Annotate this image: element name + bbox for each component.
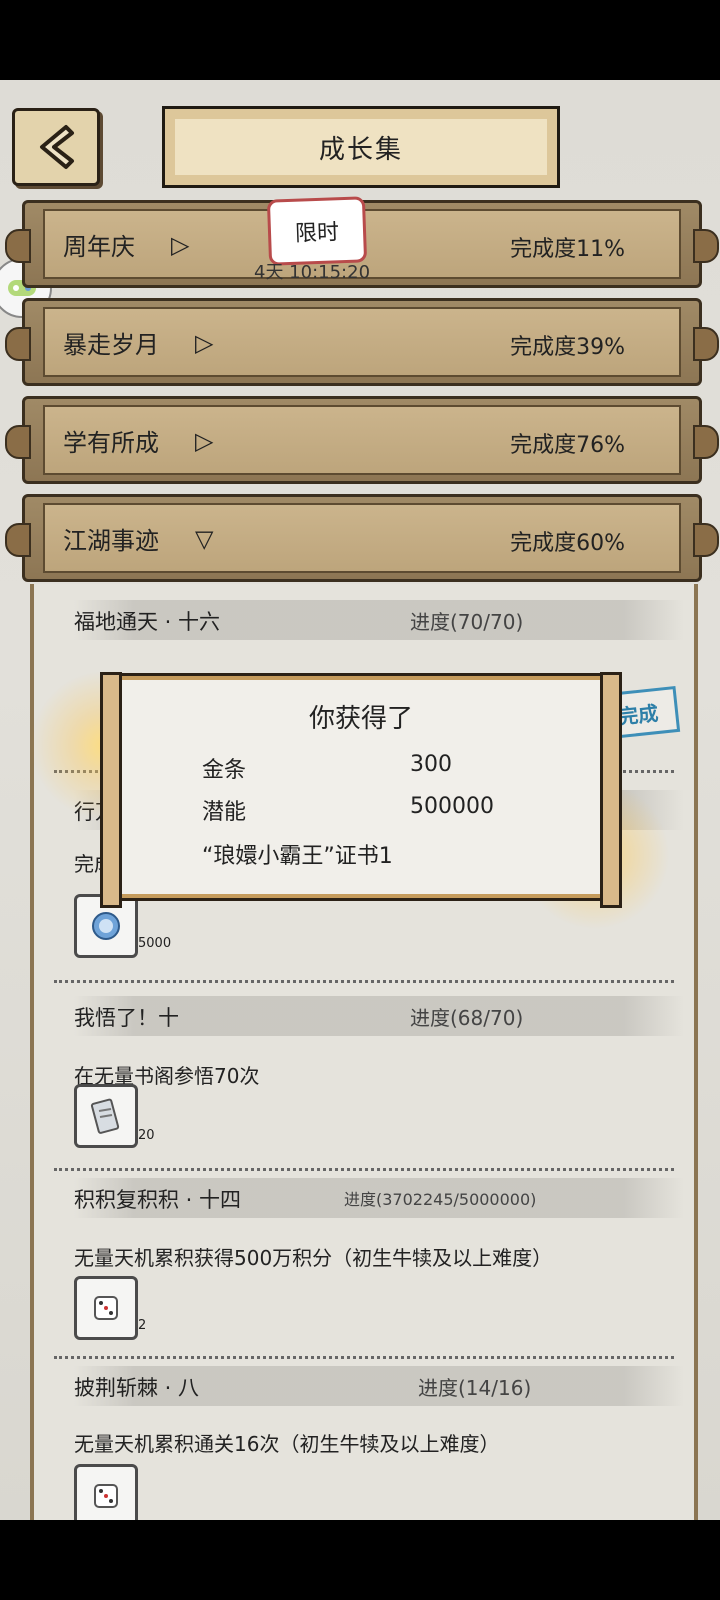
play-arrow-icon: ▷ xyxy=(171,231,190,259)
category-name: 周年庆 xyxy=(63,233,135,261)
reward-value: 300 xyxy=(410,752,452,777)
category-progress: 完成度76% xyxy=(510,433,625,458)
task-progress: 进度(14/16) xyxy=(418,1376,532,1400)
limited-time-badge: 限时 xyxy=(266,196,368,266)
category-progress: 完成度60% xyxy=(510,531,625,556)
category-progress: 完成度11% xyxy=(510,237,625,262)
task-progress: 进度(3702245/5000000) xyxy=(344,1190,537,1209)
category-name: 江湖事迹 xyxy=(63,527,159,555)
task-name: 我悟了！十 xyxy=(74,1006,179,1030)
coin-icon xyxy=(92,912,120,940)
category-name: 学有所成 xyxy=(63,429,159,457)
reward-quantity: 2 xyxy=(138,1318,147,1333)
back-arrow-icon xyxy=(40,125,74,169)
reward-value: 500000 xyxy=(410,794,494,819)
page-title: 成长集 xyxy=(318,134,403,165)
reward-label: 潜能 xyxy=(202,800,247,825)
popup-title: 你获得了 xyxy=(308,704,413,734)
dice-icon xyxy=(94,1484,118,1508)
reward-popup[interactable]: 你获得了 金条 300 潜能 500000 “琅嬛小霸王”证书1 xyxy=(100,672,622,908)
dice-icon xyxy=(94,1296,118,1320)
play-arrow-icon: ▷ xyxy=(195,427,214,455)
expand-down-icon: ▽ xyxy=(195,525,214,553)
task-name: 福地通天 · 十六 xyxy=(74,610,221,634)
task-progress: 进度(70/70) xyxy=(410,610,524,634)
back-button[interactable] xyxy=(12,108,100,186)
growth-screen: 成长集 周年庆 ▷ 完成度11% 限时 4天 10:15:20 暴走岁月 ▷ 完… xyxy=(0,80,720,1520)
category-row-learning[interactable]: 学有所成 ▷ 完成度76% xyxy=(5,396,719,484)
task-description: 无量天机累积通关16次（初生牛犊及以上难度） xyxy=(74,1432,500,1456)
reward-certificate: “琅嬛小霸王”证书1 xyxy=(202,844,393,869)
task-name: 积积复积积 · 十四 xyxy=(74,1188,242,1212)
category-row-rampage-years[interactable]: 暴走岁月 ▷ 完成度39% xyxy=(5,298,719,386)
reward-quantity: 20 xyxy=(138,1128,155,1143)
task-name: 披荆斩棘 · 八 xyxy=(74,1376,200,1400)
category-progress: 完成度39% xyxy=(510,335,625,360)
task-description: 无量天机累积获得500万积分（初生牛犊及以上难度） xyxy=(74,1246,553,1270)
reward-item[interactable] xyxy=(74,1276,138,1340)
category-row-jianghu-deeds[interactable]: 江湖事迹 ▽ 完成度60% xyxy=(5,494,719,582)
play-arrow-icon: ▷ xyxy=(195,329,214,357)
reward-item[interactable] xyxy=(74,1084,138,1148)
reward-item[interactable] xyxy=(74,1464,138,1520)
reward-label: 金条 xyxy=(202,758,247,783)
category-name: 暴走岁月 xyxy=(63,331,159,359)
reward-quantity: 5000 xyxy=(138,936,172,951)
page-title-banner: 成长集 xyxy=(162,106,560,188)
task-progress: 进度(68/70) xyxy=(410,1006,524,1030)
certificate-icon xyxy=(90,1098,120,1134)
countdown-timer: 4天 10:15:20 xyxy=(254,262,371,283)
